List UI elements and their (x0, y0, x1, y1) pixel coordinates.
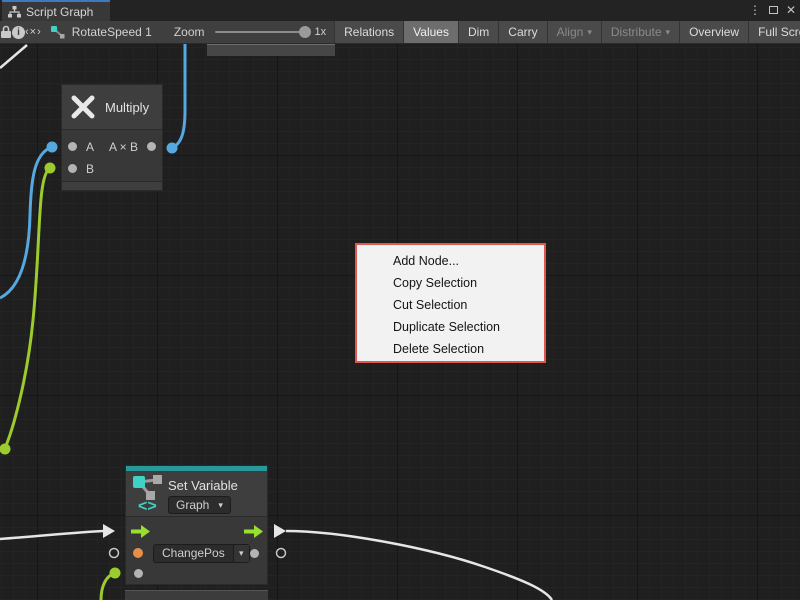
lock-button[interactable] (0, 21, 12, 43)
set-variable-node[interactable]: <> Set Variable Graph ▾ ChangePos ▾ (125, 465, 268, 585)
overview-button[interactable]: Overview (679, 21, 748, 43)
menu-item-duplicate-selection[interactable]: Duplicate Selection (357, 316, 544, 338)
value-output-port-icon[interactable] (250, 549, 259, 558)
align-button[interactable]: Align ▾ (547, 21, 601, 43)
script-graph-window: Multiply A A × B B <> Set Variable (0, 0, 800, 600)
variable-input-port-icon[interactable] (133, 548, 143, 558)
control-in-port-icon[interactable] (131, 525, 150, 538)
kebab-menu-icon[interactable]: ⋮ (749, 3, 761, 17)
context-menu: Add Node... Copy Selection Cut Selection… (355, 243, 546, 363)
toolbar-toggle-buttons: Relations Values Dim Carry Align ▾ Distr… (334, 21, 800, 43)
multiply-icon (70, 94, 96, 120)
set-variable-title: Set Variable (168, 478, 238, 493)
variable-kind-label: Graph (176, 498, 209, 512)
graph-breadcrumb[interactable]: RotateSpeed 1 (42, 21, 162, 43)
carry-button[interactable]: Carry (498, 21, 546, 43)
dim-button[interactable]: Dim (458, 21, 498, 43)
caret-down-icon: ▾ (233, 545, 249, 562)
zoom-slider-knob[interactable] (299, 26, 311, 38)
control-out-port-icon[interactable] (244, 525, 263, 538)
window-controls: ⋮ ✕ (749, 2, 796, 18)
multiply-node-title: Multiply (105, 100, 149, 115)
relations-button[interactable]: Relations (334, 21, 403, 43)
dim-label: Dim (468, 25, 489, 39)
set-variable-body: ChangePos ▾ (126, 517, 267, 584)
set-variable-footer-strip (125, 590, 268, 600)
tab-script-graph[interactable]: Script Graph (2, 0, 110, 21)
code-toggle-icon: ‹×› (25, 26, 42, 38)
multiply-node-footer (62, 181, 162, 190)
graph-asset-icon (50, 25, 65, 40)
close-icon[interactable]: ✕ (786, 3, 796, 17)
zoom-level: 1x (315, 26, 327, 38)
zoom-label: Zoom (174, 25, 205, 39)
values-button[interactable]: Values (403, 21, 458, 43)
full-screen-button[interactable]: Full Screen (748, 21, 800, 43)
graph-toolbar: i ‹×› RotateSpeed 1 Zoom 1x Relations (0, 21, 800, 44)
port-b-icon[interactable] (68, 164, 77, 173)
distribute-button[interactable]: Distribute ▾ (601, 21, 679, 43)
set-variable-header[interactable]: <> Set Variable Graph ▾ (126, 471, 267, 517)
multiply-node-header[interactable]: Multiply (62, 85, 162, 130)
relations-label: Relations (344, 25, 394, 39)
graph-breadcrumb-label: RotateSpeed 1 (72, 25, 152, 39)
port-a-icon[interactable] (68, 142, 77, 151)
partially-hidden-node[interactable] (207, 44, 335, 56)
svg-text:<>: <> (138, 498, 157, 515)
menu-item-delete-selection[interactable]: Delete Selection (357, 338, 544, 360)
port-result-label: A × B (109, 140, 138, 154)
tab-bar: Script Graph ⋮ ✕ (0, 0, 800, 21)
graph-tab-icon (8, 6, 21, 18)
caret-down-icon: ▾ (587, 27, 592, 38)
fallback-input-port-icon[interactable] (134, 569, 143, 578)
menu-item-add-node[interactable]: Add Node... (357, 250, 544, 272)
port-result-icon[interactable] (147, 142, 156, 151)
set-variable-icon: <> (129, 473, 167, 515)
maximize-icon[interactable] (769, 3, 778, 17)
menu-item-cut-selection[interactable]: Cut Selection (357, 294, 544, 316)
port-a-label: A (86, 140, 94, 154)
multiply-node[interactable]: Multiply A A × B B (61, 84, 163, 191)
tab-title: Script Graph (26, 5, 93, 19)
menu-item-copy-selection[interactable]: Copy Selection (357, 272, 544, 294)
full-screen-label: Full Screen (758, 25, 800, 39)
caret-down-icon: ▾ (666, 27, 671, 38)
code-toggle-button[interactable]: ‹×› (25, 21, 42, 43)
zoom-control: Zoom 1x (174, 21, 332, 43)
align-label: Align (557, 25, 584, 39)
multiply-node-body: A A × B B (62, 130, 162, 181)
zoom-slider[interactable] (215, 31, 307, 33)
variable-name-label: ChangePos (154, 545, 233, 562)
variable-name-dropdown[interactable]: ChangePos ▾ (153, 544, 250, 563)
caret-down-icon: ▾ (218, 500, 223, 511)
lock-icon (0, 25, 12, 39)
port-b-label: B (86, 162, 94, 176)
overview-label: Overview (689, 25, 739, 39)
info-icon: i (12, 26, 25, 39)
info-button[interactable]: i (12, 21, 25, 43)
values-label: Values (413, 25, 449, 39)
variable-kind-dropdown[interactable]: Graph ▾ (168, 496, 231, 514)
distribute-label: Distribute (611, 25, 662, 39)
carry-label: Carry (508, 25, 537, 39)
